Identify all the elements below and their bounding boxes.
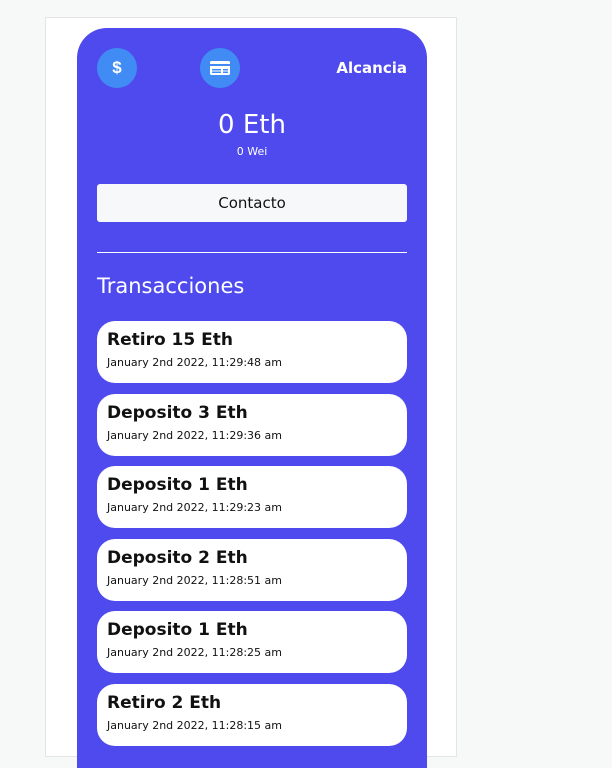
transaction-amount: Deposito 3 Eth xyxy=(107,402,248,423)
app-title: Alcancia xyxy=(336,59,407,77)
wei-balance: 0 Wei xyxy=(236,145,268,158)
transaction-list: Retiro 15 Eth January 2nd 2022, 11:29:48 … xyxy=(97,321,407,756)
transaction-amount: Retiro 2 Eth xyxy=(107,692,222,713)
transaction-date: January 2nd 2022, 11:29:36 am xyxy=(107,428,282,442)
transaction-item[interactable]: Deposito 3 Eth January 2nd 2022, 11:29:36… xyxy=(97,393,407,456)
transaction-date: January 2nd 2022, 11:28:15 am xyxy=(107,718,282,732)
divider xyxy=(97,252,407,253)
transaction-date: January 2nd 2022, 11:28:51 am xyxy=(107,573,282,587)
card-button[interactable] xyxy=(200,48,240,88)
transactions-heading: Transacciones xyxy=(97,274,245,298)
transaction-amount: Retiro 15 Eth xyxy=(107,330,233,350)
transaction-item[interactable]: Retiro 15 Eth January 2nd 2022, 11:29:48 … xyxy=(97,321,407,383)
transaction-amount: Deposito 2 Eth xyxy=(107,547,248,568)
dollar-button[interactable]: $ xyxy=(97,48,137,88)
transaction-item[interactable]: Deposito 2 Eth January 2nd 2022, 11:28:51… xyxy=(97,538,407,601)
transaction-date: January 2nd 2022, 11:29:23 am xyxy=(107,501,282,514)
transaction-amount: Deposito 1 Eth xyxy=(107,620,248,640)
transaction-item[interactable]: Deposito 1 Eth January 2nd 2022, 11:29:23… xyxy=(97,466,407,528)
dollar-icon: $ xyxy=(112,58,122,77)
eth-balance: 0 Eth xyxy=(218,110,286,140)
contact-button[interactable]: Contacto xyxy=(97,184,407,222)
transaction-date: January 2nd 2022, 11:28:25 am xyxy=(107,646,282,659)
wallet-card: $ Alcancia 0 Eth 0 Wei Contacto Transacc… xyxy=(77,28,427,768)
transaction-amount: Deposito 1 Eth xyxy=(107,475,248,495)
credit-card-icon xyxy=(210,61,230,75)
transaction-date: January 2nd 2022, 11:29:48 am xyxy=(107,356,282,369)
transaction-item[interactable]: Retiro 2 Eth January 2nd 2022, 11:28:15 a… xyxy=(97,683,407,746)
transaction-item[interactable]: Deposito 1 Eth January 2nd 2022, 11:28:25… xyxy=(97,611,407,673)
